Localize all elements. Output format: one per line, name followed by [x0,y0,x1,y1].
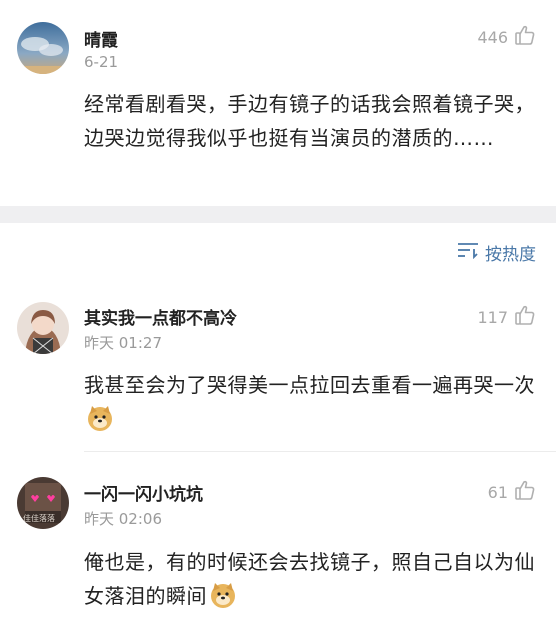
avatar[interactable] [17,302,69,354]
timestamp: 昨天 02:06 [84,510,162,528]
like-count: 61 [487,482,508,502]
sort-button[interactable]: 按热度 [457,240,536,265]
comment-divider [84,451,556,452]
sort-label: 按热度 [485,245,536,265]
username[interactable]: 一闪一闪小坑坑 [84,480,203,505]
comment-text: 我甚至会为了哭得美一点拉回去重看一遍再哭一次 [84,368,539,442]
sort-lines-icon [457,241,485,264]
comment-item: 晴霞 6-21 446 经常看剧看哭，手边有镜子的话我会照着镜子哭，边哭边觉得我… [0,0,556,206]
like-button[interactable]: 61 [488,479,536,505]
doge-emoji-icon [86,404,114,442]
like-button[interactable]: 117 [477,304,536,330]
section-divider [0,206,556,223]
thumbs-up-icon [514,479,536,505]
timestamp: 6-21 [84,53,119,71]
doge-emoji-icon [209,581,237,619]
username[interactable]: 晴霞 [84,26,118,51]
timestamp: 昨天 01:27 [84,334,162,352]
avatar[interactable] [17,22,69,74]
thumbs-up-icon [514,24,536,50]
username[interactable]: 其实我一点都不高冷 [84,304,237,329]
like-count: 446 [477,27,508,47]
thumbs-up-icon [514,304,536,330]
comment-text-content: 俺也是，有的时候还会去找镜子，照自己自以为仙女落泪的瞬间 [84,550,535,608]
avatar-caption: 佳佳落落 [23,514,55,523]
comment-text: 俺也是，有的时候还会去找镜子，照自己自以为仙女落泪的瞬间 [84,545,539,619]
like-count: 117 [477,307,508,327]
avatar[interactable]: 佳佳落落 [17,477,69,529]
comment-item: 佳佳落落 一闪一闪小坑坑 昨天 02:06 61 俺也是，有的时候还会去找镜子，… [0,466,556,621]
comment-text: 经常看剧看哭，手边有镜子的话我会照着镜子哭，边哭边觉得我似乎也挺有当演员的潜质的… [84,92,535,150]
comment-text-content: 我甚至会为了哭得美一点拉回去重看一遍再哭一次 [84,373,535,397]
comment-item: 其实我一点都不高冷 昨天 01:27 117 我甚至会为了哭得美一点拉回去重看一… [0,290,556,450]
like-button[interactable]: 446 [477,24,536,50]
